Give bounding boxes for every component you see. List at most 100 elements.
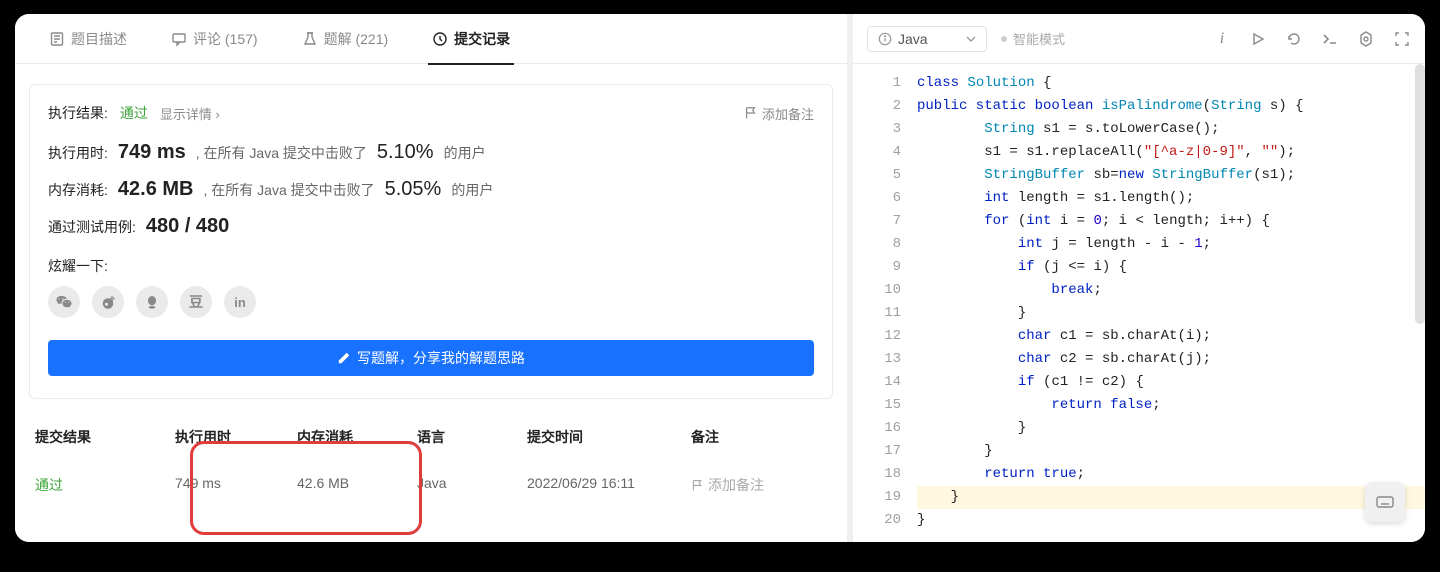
code-editor[interactable]: 1234567891011121314151617181920 class So… — [853, 64, 1425, 542]
add-note-link[interactable]: 添加备注 — [744, 104, 814, 123]
flag-icon — [691, 479, 704, 492]
result-card: 执行结果: 通过 显示详情 › 添加备注 执行用时: 749 ms , 在所有 … — [29, 84, 833, 399]
testcase-value: 480 / 480 — [146, 215, 229, 238]
code-line[interactable]: return false; — [917, 394, 1425, 417]
linkedin-icon[interactable]: in — [224, 286, 256, 318]
right-pane: Java 智能模式 i 1234567891011121314151617181… — [853, 14, 1425, 542]
history-table: 提交结果 执行用时 内存消耗 语言 提交时间 备注 通过 749 ms 42.6… — [29, 413, 833, 509]
code-line[interactable]: s1 = s1.replaceAll("[^a-z|0-9]", ""); — [917, 141, 1425, 164]
code-line[interactable]: char c2 = sb.charAt(j); — [917, 348, 1425, 371]
code-line[interactable]: } — [917, 302, 1425, 325]
tab-description[interactable]: 题目描述 — [27, 14, 149, 64]
td-runtime: 749 ms — [175, 475, 297, 495]
th-memory: 内存消耗 — [297, 427, 417, 447]
code-line[interactable]: } — [917, 417, 1425, 440]
th-lang: 语言 — [417, 427, 527, 447]
table-header: 提交结果 执行用时 内存消耗 语言 提交时间 备注 — [29, 413, 833, 461]
info-icon — [878, 32, 892, 46]
brag-label: 炫耀一下: — [48, 256, 814, 276]
app-window: 题目描述 评论 (157) 题解 (221) 提交记录 执行结果: 通过 显示详… — [15, 14, 1425, 542]
wechat-icon[interactable] — [48, 286, 80, 318]
language-label: Java — [898, 31, 928, 47]
code-line[interactable]: } — [917, 440, 1425, 463]
weibo-icon[interactable] — [92, 286, 124, 318]
tab-submissions[interactable]: 提交记录 — [410, 14, 532, 64]
language-select[interactable]: Java — [867, 26, 987, 52]
pencil-icon — [337, 351, 351, 365]
testcase-label: 通过测试用例: — [48, 217, 136, 237]
detail-link[interactable]: 显示详情 › — [160, 104, 220, 123]
toolbar-icons: i — [1213, 30, 1411, 48]
result-label: 执行结果: — [48, 103, 108, 123]
line-gutter: 1234567891011121314151617181920 — [853, 64, 917, 542]
code-line[interactable]: int j = length - i - 1; — [917, 233, 1425, 256]
td-result: 通过 — [35, 475, 175, 495]
runtime-label: 执行用时: — [48, 143, 108, 163]
tab-comments[interactable]: 评论 (157) — [149, 14, 280, 64]
mode-indicator[interactable]: 智能模式 — [1001, 29, 1065, 48]
td-time: 2022/06/29 16:11 — [527, 475, 691, 495]
code-line[interactable]: if (c1 != c2) { — [917, 371, 1425, 394]
tab-solutions[interactable]: 题解 (221) — [280, 14, 411, 64]
memory-stat: 内存消耗: 42.6 MB , 在所有 Java 提交中击败了 5.05% 的用… — [48, 178, 814, 201]
runtime-stat: 执行用时: 749 ms , 在所有 Java 提交中击败了 5.10% 的用户 — [48, 141, 814, 164]
code-line[interactable]: break; — [917, 279, 1425, 302]
reset-icon[interactable] — [1285, 30, 1303, 48]
keyboard-shortcut-button[interactable] — [1365, 482, 1405, 522]
code-line[interactable]: if (j <= i) { — [917, 256, 1425, 279]
code-line[interactable]: class Solution { — [917, 72, 1425, 95]
runtime-pct: 5.10% — [377, 141, 434, 164]
doc-icon — [49, 31, 65, 47]
code-line[interactable]: } — [917, 509, 1425, 532]
tab-label: 题目描述 — [71, 29, 127, 49]
social-row: 豆 in — [48, 286, 814, 318]
result-left: 执行结果: 通过 显示详情 › — [48, 103, 220, 123]
testcase-stat: 通过测试用例: 480 / 480 — [48, 215, 814, 238]
tab-label: 题解 (221) — [324, 29, 389, 49]
code-line[interactable]: StringBuffer sb=new StringBuffer(s1); — [917, 164, 1425, 187]
runtime-value: 749 ms — [118, 141, 186, 164]
douban-icon[interactable]: 豆 — [180, 286, 212, 318]
code-line[interactable]: return true; — [917, 463, 1425, 486]
tab-label: 提交记录 — [454, 29, 510, 49]
table-row[interactable]: 通过 749 ms 42.6 MB Java 2022/06/29 16:11 … — [29, 461, 833, 509]
code-line[interactable]: int length = s1.length(); — [917, 187, 1425, 210]
keyboard-icon — [1375, 492, 1395, 512]
editor-toolbar: Java 智能模式 i — [853, 14, 1425, 64]
td-note[interactable]: 添加备注 — [691, 475, 791, 495]
tab-label: 评论 (157) — [193, 29, 258, 49]
code-line[interactable]: String s1 = s.toLowerCase(); — [917, 118, 1425, 141]
flag-icon — [744, 106, 758, 120]
memory-pct: 5.05% — [385, 178, 442, 201]
history-icon — [432, 31, 448, 47]
code-line[interactable]: public static boolean isPalindrome(Strin… — [917, 95, 1425, 118]
th-result: 提交结果 — [35, 427, 175, 447]
qq-icon[interactable] — [136, 286, 168, 318]
th-runtime: 执行用时 — [175, 427, 297, 447]
fullscreen-icon[interactable] — [1393, 30, 1411, 48]
th-time: 提交时间 — [527, 427, 691, 447]
th-note: 备注 — [691, 427, 791, 447]
terminal-icon[interactable] — [1321, 30, 1339, 48]
info-icon[interactable]: i — [1213, 30, 1231, 48]
memory-label: 内存消耗: — [48, 180, 108, 200]
result-header: 执行结果: 通过 显示详情 › 添加备注 — [48, 103, 814, 123]
scrollbar[interactable] — [1415, 64, 1425, 324]
runtime-text2: 的用户 — [444, 143, 486, 163]
comment-icon — [171, 31, 187, 47]
add-note-text: 添加备注 — [762, 104, 814, 123]
mode-label: 智能模式 — [1013, 29, 1065, 48]
code-content[interactable]: class Solution {public static boolean is… — [917, 64, 1425, 542]
code-line[interactable]: char c1 = sb.charAt(i); — [917, 325, 1425, 348]
left-pane: 题目描述 评论 (157) 题解 (221) 提交记录 执行结果: 通过 显示详… — [15, 14, 847, 542]
code-line[interactable]: } — [917, 486, 1425, 509]
tab-strip: 题目描述 评论 (157) 题解 (221) 提交记录 — [15, 14, 847, 64]
code-line[interactable]: for (int i = 0; i < length; i++) { — [917, 210, 1425, 233]
memory-text2: 的用户 — [451, 180, 493, 200]
memory-text1: , 在所有 Java 提交中击败了 — [203, 180, 374, 200]
td-memory: 42.6 MB — [297, 475, 417, 495]
write-solution-button[interactable]: 写题解，分享我的解题思路 — [48, 340, 814, 376]
run-icon[interactable] — [1249, 30, 1267, 48]
settings-icon[interactable] — [1357, 30, 1375, 48]
memory-value: 42.6 MB — [118, 178, 194, 201]
